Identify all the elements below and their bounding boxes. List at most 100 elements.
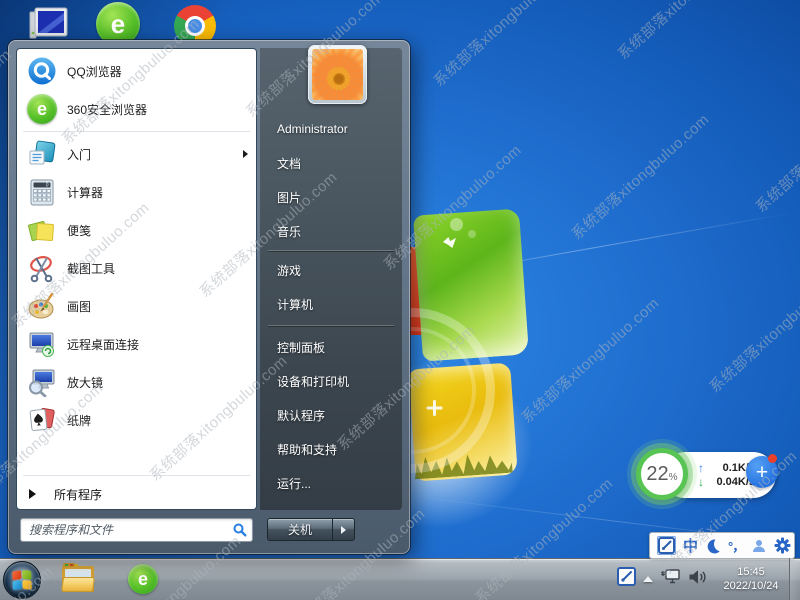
network-tray-icon[interactable] — [660, 568, 681, 590]
start-right-help-support[interactable]: 帮助和支持 — [260, 432, 402, 466]
paint-icon — [27, 291, 57, 321]
screen: e QQ浏览器 e 360安全浏览器 — [0, 0, 800, 600]
start-menu-right-panel: Administrator 文档 图片 音乐 游戏 计算机 控制面板 设备和打印… — [260, 48, 402, 510]
start-menu-item-solitaire[interactable]: 纸牌 — [17, 401, 256, 439]
clock-date: 2022/10/24 — [714, 579, 788, 593]
start-right-games[interactable]: 游戏 — [260, 253, 402, 287]
input-method-indicator[interactable] — [657, 536, 676, 555]
start-menu-item-remote-desktop[interactable]: 远程桌面连接 — [17, 325, 256, 363]
start-right-run[interactable]: 运行... — [260, 466, 402, 500]
windows-logo-icon — [12, 570, 32, 590]
user-profile-button[interactable] — [751, 538, 767, 554]
start-menu-item-snipping-tool[interactable]: 截图工具 — [17, 249, 256, 287]
clock-time: 15:45 — [714, 565, 788, 579]
start-menu-item-getting-started[interactable]: 入门 — [17, 135, 256, 173]
search-icon — [233, 523, 247, 537]
menu-spacer — [17, 439, 256, 472]
person-icon — [751, 538, 767, 554]
menu-item-label: 360安全浏览器 — [67, 101, 147, 118]
computer-icon — [24, 4, 70, 44]
memory-usage-ball[interactable]: 22 % — [636, 448, 688, 500]
sticky-notes-icon — [27, 215, 57, 245]
qq-browser-icon — [27, 56, 57, 86]
moon-icon — [705, 538, 721, 554]
punctuation-button[interactable]: °， — [728, 536, 744, 555]
menu-item-label: 纸牌 — [67, 412, 91, 429]
menu-item-label: 便笺 — [67, 222, 91, 239]
shutdown-button[interactable]: 关机 — [267, 518, 333, 541]
submenu-arrow-icon — [243, 150, 248, 158]
taskbar-clock[interactable]: 15:45 2022/10/24 — [714, 565, 788, 593]
show-hidden-icons-button[interactable] — [643, 576, 653, 582]
volume-tray-icon[interactable] — [688, 569, 707, 590]
start-menu: QQ浏览器 e 360安全浏览器 入门 — [8, 40, 410, 554]
system-tray: 15:45 2022/10/24 — [617, 558, 788, 600]
getting-started-icon — [27, 139, 57, 169]
shutdown-control: 关机 — [267, 518, 355, 541]
menu-item-label: 入门 — [67, 146, 91, 163]
start-menu-item-paint[interactable]: 画图 — [17, 287, 256, 325]
start-right-default-programs[interactable]: 默认程序 — [260, 398, 402, 432]
ime-settings-button[interactable] — [774, 537, 791, 554]
menu-divider — [268, 250, 394, 251]
usage-percent: 22 — [646, 464, 668, 484]
start-right-pictures[interactable]: 图片 — [260, 180, 402, 214]
wallpaper-bokeh — [450, 218, 463, 231]
menu-item-label: QQ浏览器 — [67, 63, 122, 80]
show-desktop-button[interactable] — [789, 558, 800, 600]
start-right-music[interactable]: 音乐 — [260, 214, 402, 248]
menu-item-label: 画图 — [67, 298, 91, 315]
svg-text:0: 0 — [46, 183, 49, 189]
start-menu-item-calculator[interactable]: 0 计算器 — [17, 173, 256, 211]
all-programs-label: 所有程序 — [54, 486, 102, 503]
menu-divider — [23, 475, 250, 476]
menu-item-label: 放大镜 — [67, 374, 103, 391]
notification-dot — [768, 454, 777, 463]
menu-divider — [268, 325, 394, 326]
ime-check-icon — [658, 537, 675, 554]
360-browser-icon: e — [27, 94, 57, 124]
solitaire-icon — [27, 405, 57, 435]
magnifier-icon — [27, 367, 57, 397]
search-input[interactable] — [20, 518, 253, 542]
gear-icon — [774, 537, 791, 554]
start-right-control-panel[interactable]: 控制面板 — [260, 330, 402, 364]
menu-item-label: 计算器 — [67, 184, 103, 201]
start-menu-left-panel: QQ浏览器 e 360安全浏览器 入门 — [16, 48, 257, 510]
start-button[interactable] — [3, 561, 41, 599]
360-browser-icon: e — [128, 564, 158, 594]
start-menu-item-360-browser[interactable]: e 360安全浏览器 — [17, 90, 256, 128]
network-speed-widget[interactable]: ↑ 0.1K/s ↓ 0.04K/s + 22 % — [634, 443, 784, 509]
usage-percent-unit: % — [669, 472, 678, 483]
download-arrow-icon: ↓ — [698, 476, 704, 488]
all-programs-arrow-icon — [29, 489, 36, 499]
wallpaper-bokeh — [468, 230, 476, 238]
language-bar-popup: 中 °， — [649, 532, 795, 559]
menu-divider — [23, 131, 250, 132]
chinese-mode-button[interactable]: 中 — [683, 535, 698, 556]
taskbar-explorer-button[interactable] — [62, 566, 94, 592]
wallpaper-sparkle — [426, 400, 442, 416]
search-box — [20, 518, 253, 542]
start-right-computer[interactable]: 计算机 — [260, 287, 402, 321]
start-menu-item-qq-browser[interactable]: QQ浏览器 — [17, 52, 256, 90]
start-right-documents[interactable]: 文档 — [260, 146, 402, 180]
taskbar-360-browser-button[interactable]: e — [128, 564, 158, 594]
shutdown-arrow-icon — [341, 526, 346, 534]
menu-item-label: 远程桌面连接 — [67, 336, 139, 353]
all-programs-button[interactable]: 所有程序 — [17, 479, 256, 509]
menu-item-label: 截图工具 — [67, 260, 115, 277]
tray-ime-icon[interactable] — [617, 567, 636, 591]
avatar-flower-image — [312, 49, 363, 100]
upload-arrow-icon: ↑ — [698, 462, 704, 474]
snipping-tool-icon — [27, 253, 57, 283]
start-menu-item-sticky-notes[interactable]: 便笺 — [17, 211, 256, 249]
start-right-devices-printers[interactable]: 设备和打印机 — [260, 364, 402, 398]
calculator-icon: 0 — [27, 177, 57, 207]
user-avatar[interactable] — [308, 45, 367, 104]
start-menu-item-magnifier[interactable]: 放大镜 — [17, 363, 256, 401]
shutdown-options-button[interactable] — [333, 518, 355, 541]
user-name[interactable]: Administrator — [260, 112, 402, 146]
remote-desktop-icon — [27, 329, 57, 359]
full-half-width-button[interactable] — [705, 538, 721, 554]
